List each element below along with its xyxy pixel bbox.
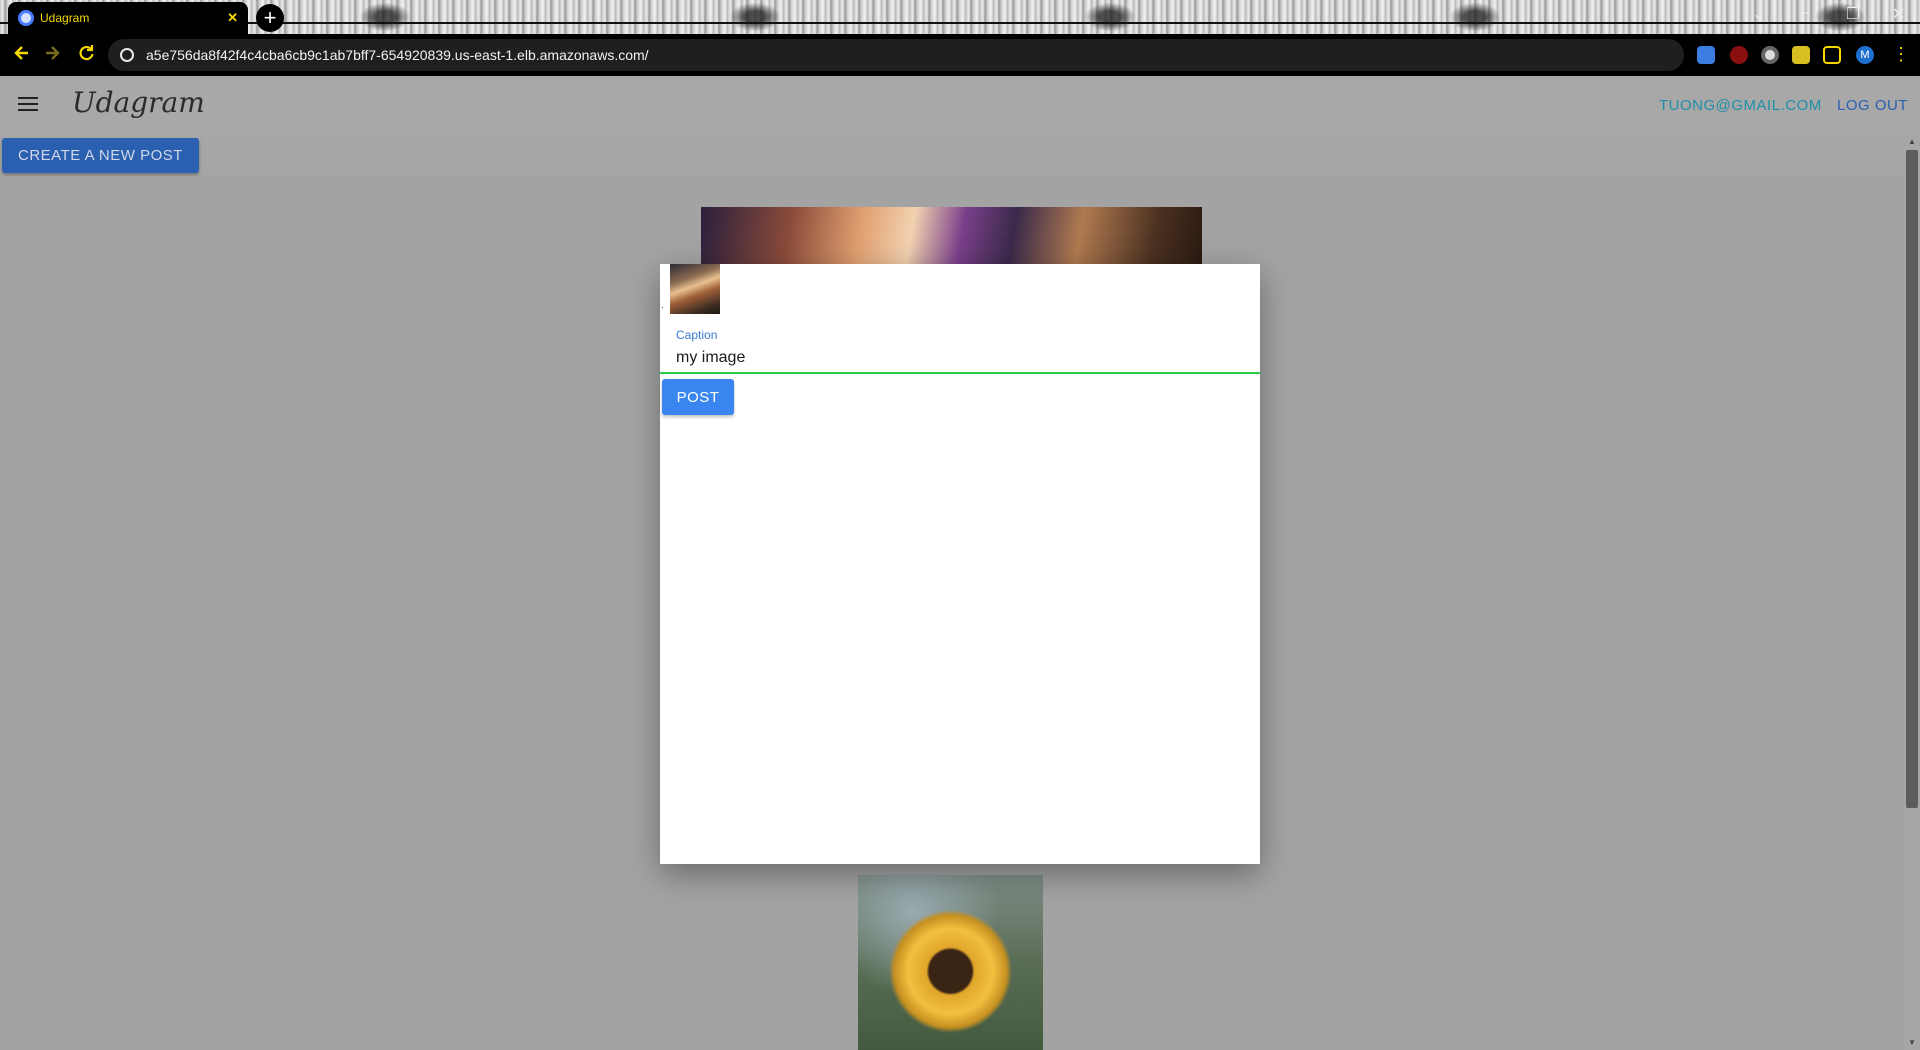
tab-title: Udagram xyxy=(40,11,90,25)
create-post-button[interactable]: CREATE A NEW POST xyxy=(2,138,199,173)
arrow-left-icon[interactable] xyxy=(12,43,32,68)
scrollbar-thumb[interactable] xyxy=(1906,150,1918,808)
theme-decoration xyxy=(1810,0,1870,34)
browser-menu-icon[interactable]: ⋮ xyxy=(1892,44,1910,65)
caption-input[interactable] xyxy=(660,344,1260,374)
translate-icon[interactable] xyxy=(1697,46,1715,64)
circle-extension-icon[interactable] xyxy=(1761,46,1779,64)
browser-tab-udagram[interactable]: Udagram ✕ xyxy=(8,2,248,34)
app-brand[interactable]: Udagram xyxy=(72,86,205,119)
caption-label: Caption xyxy=(676,328,718,342)
site-info-icon[interactable] xyxy=(120,48,134,62)
dialog-dot: . xyxy=(661,300,664,311)
app-header: Udagram TUONG@GMAIL.COM LOG OUT xyxy=(0,76,1920,134)
url-text: a5e756da8f42f4c4cba6cb9c1ab7bff7-6549208… xyxy=(146,47,649,63)
new-tab-button[interactable]: + xyxy=(256,4,284,32)
upload-preview-thumbnail xyxy=(670,264,720,314)
theme-decoration xyxy=(1445,0,1505,34)
scroll-up-icon[interactable]: ▲ xyxy=(1908,137,1916,146)
maximize-icon[interactable]: ❐ xyxy=(1846,4,1860,24)
action-bar: CREATE A NEW POST xyxy=(0,134,1904,176)
sidepanel-icon[interactable] xyxy=(1823,46,1841,64)
feed-post-image-sunflower xyxy=(858,875,1043,1050)
logout-link[interactable]: LOG OUT xyxy=(1837,97,1908,114)
profile-avatar[interactable]: M xyxy=(1856,46,1874,64)
reload-icon[interactable] xyxy=(76,43,96,68)
puzzle-icon[interactable] xyxy=(1792,46,1810,64)
theme-decoration xyxy=(1080,0,1140,34)
minimize-icon[interactable]: – xyxy=(1800,4,1809,22)
new-post-dialog: . Caption POST xyxy=(660,264,1260,864)
tab-close-icon[interactable]: ✕ xyxy=(227,10,238,26)
user-email-link[interactable]: TUONG@GMAIL.COM xyxy=(1659,97,1822,114)
address-bar[interactable]: a5e756da8f42f4c4cba6cb9c1ab7bff7-6549208… xyxy=(108,39,1684,71)
scroll-down-icon[interactable]: ▼ xyxy=(1908,1038,1916,1047)
tab-favicon-icon xyxy=(18,10,34,26)
post-button[interactable]: POST xyxy=(662,379,734,415)
theme-decoration xyxy=(355,0,415,34)
ublock-icon[interactable] xyxy=(1730,46,1748,64)
arrow-right-icon[interactable] xyxy=(42,43,62,68)
hamburger-menu-icon[interactable] xyxy=(18,97,38,111)
browser-tab-strip: Udagram ✕ + ⌄ – ❐ ✕ xyxy=(0,0,1920,34)
feed-post-image xyxy=(701,207,1202,267)
theme-decoration xyxy=(725,0,785,34)
window-close-icon[interactable]: ✕ xyxy=(1892,4,1905,24)
tab-search-icon[interactable]: ⌄ xyxy=(1752,4,1765,24)
browser-toolbar: a5e756da8f42f4c4cba6cb9c1ab7bff7-6549208… xyxy=(0,34,1920,76)
